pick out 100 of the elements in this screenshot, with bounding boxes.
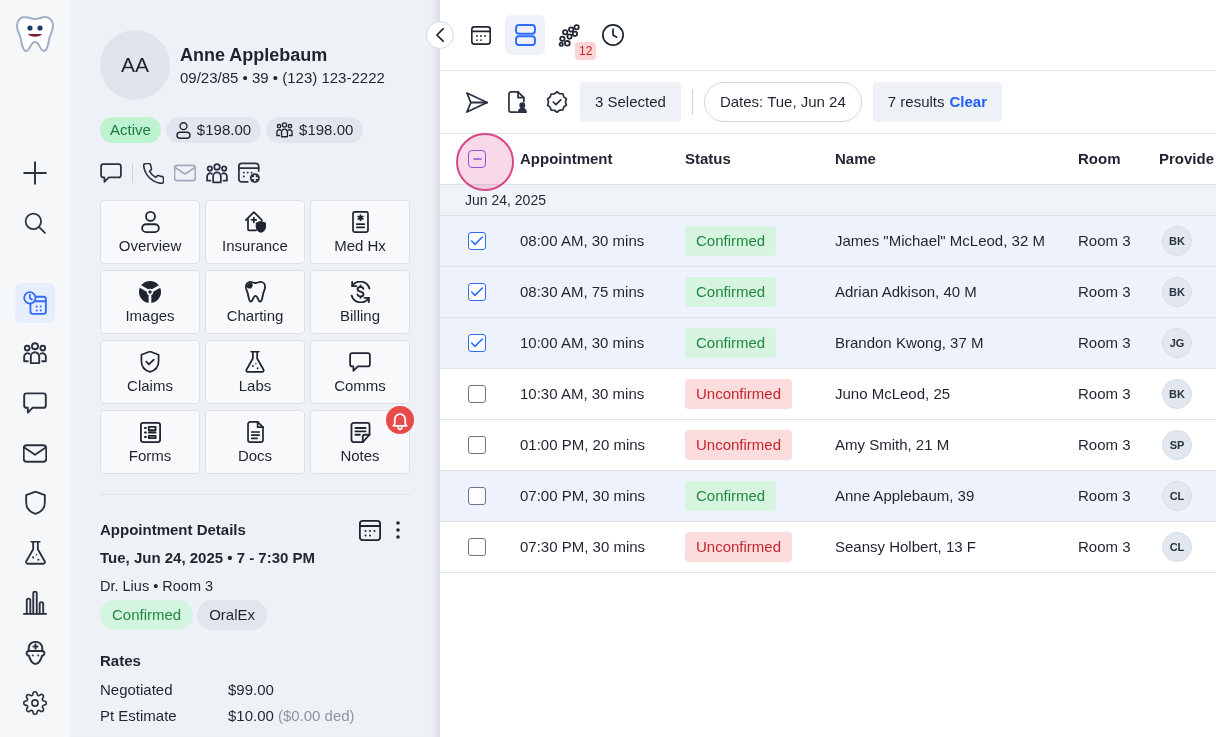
settings-icon bbox=[23, 691, 47, 715]
chevron-left-icon bbox=[436, 28, 444, 42]
room-label: Room 3 bbox=[1078, 332, 1132, 353]
status-badge: Confirmed bbox=[685, 277, 777, 307]
room-label: Room 3 bbox=[1078, 383, 1132, 404]
house-shield-icon bbox=[244, 211, 266, 233]
calendar-button[interactable] bbox=[359, 519, 381, 541]
document-person-icon bbox=[507, 91, 527, 113]
column-header: Appointment bbox=[520, 148, 614, 169]
section-title: Rates bbox=[100, 651, 142, 671]
appointment-row[interactable]: 08:00 AM, 30 mins Confirmed James "Michael" McLeod, 32 M Room 3 BK bbox=[440, 216, 1216, 267]
appointment-location: Dr. Lius • Room 3 bbox=[100, 577, 215, 596]
status-badge: Active bbox=[100, 117, 161, 143]
status-badge: Confirmed bbox=[100, 600, 194, 630]
room-label: Room 3 bbox=[1078, 230, 1132, 251]
patient-name: Seansy Holbert, 13 F bbox=[835, 536, 977, 557]
section-tile[interactable]: Forms bbox=[100, 410, 200, 474]
room-label: Room 3 bbox=[1078, 434, 1132, 455]
provider-avatar: JG bbox=[1162, 328, 1192, 358]
checkmark-icon bbox=[471, 287, 483, 297]
row-checkbox[interactable] bbox=[468, 283, 486, 301]
send-icon bbox=[466, 91, 488, 113]
more-icon bbox=[396, 521, 400, 539]
message-button[interactable] bbox=[100, 163, 122, 183]
schedule-button[interactable] bbox=[238, 162, 260, 184]
results-count: 7 results bbox=[887, 91, 945, 112]
badge-check-icon bbox=[546, 91, 568, 113]
balance-amount: $198.00 bbox=[196, 119, 252, 140]
rows-icon bbox=[514, 24, 536, 46]
date-filter-button[interactable]: Dates: Tue, Jun 24 bbox=[703, 82, 862, 122]
rate-value: $10.00 bbox=[228, 706, 274, 726]
people-icon bbox=[276, 122, 294, 138]
row-checkbox[interactable] bbox=[468, 538, 486, 556]
chat-icon bbox=[23, 392, 47, 414]
people-icon bbox=[23, 341, 47, 365]
patient-name: Juno McLeod, 25 bbox=[835, 383, 952, 404]
checkmark-icon bbox=[471, 236, 483, 246]
room-label: Room 3 bbox=[1078, 536, 1132, 557]
room-label: Room 3 bbox=[1078, 281, 1132, 302]
family-button[interactable] bbox=[206, 162, 228, 184]
status-badge: Confirmed bbox=[685, 226, 777, 256]
doctor-icon bbox=[24, 641, 46, 665]
form-icon bbox=[139, 421, 161, 443]
appointment-time: 10:00 AM, 30 mins bbox=[520, 332, 646, 353]
section-tile[interactable]: Images bbox=[100, 270, 200, 334]
deductible-note: ($0.00 ded) bbox=[277, 706, 355, 726]
balance-amount: $198.00 bbox=[299, 119, 354, 140]
mail-icon bbox=[174, 164, 196, 182]
count-badge: 12 bbox=[575, 42, 597, 60]
row-checkbox[interactable] bbox=[468, 334, 486, 352]
calendar-add-icon bbox=[238, 162, 260, 184]
row-checkbox[interactable] bbox=[468, 232, 486, 250]
provider-avatar: CL bbox=[1162, 481, 1192, 511]
appointment-row[interactable]: 08:30 AM, 75 mins Confirmed Adrian Adkison, 40 M Room 3 BK bbox=[440, 267, 1216, 318]
appointment-row[interactable]: 07:00 PM, 30 mins Confirmed Anne Applebaum, 39 Room 3 CL bbox=[440, 471, 1216, 522]
clear-link[interactable]: Clear bbox=[949, 90, 988, 114]
appointment-time: 07:00 PM, 30 mins bbox=[520, 485, 647, 506]
status-badge: Confirmed bbox=[685, 481, 777, 511]
row-checkbox[interactable] bbox=[468, 385, 486, 403]
row-checkbox[interactable] bbox=[468, 487, 486, 505]
section-tile[interactable]: Docs bbox=[205, 410, 305, 474]
more-button[interactable] bbox=[396, 521, 400, 539]
patient-details: 09/23/85 • 39 • (123) 123-2222 bbox=[180, 68, 385, 88]
person-icon bbox=[140, 211, 160, 233]
appointment-time: 08:00 AM, 30 mins bbox=[520, 230, 646, 251]
note-icon bbox=[349, 421, 371, 443]
appointment-time: Tue, Jun 24, 2025 • 7 - 7:30 PM bbox=[100, 548, 317, 568]
status-badge: Unconfirmed bbox=[685, 379, 793, 409]
provider-avatar: CL bbox=[1162, 532, 1192, 562]
status-badge: Unconfirmed bbox=[685, 430, 793, 460]
section-title: Appointment Details bbox=[100, 520, 246, 540]
patient-name: Anne Applebaum bbox=[180, 44, 329, 67]
plus-icon bbox=[23, 161, 47, 185]
section-tile[interactable]: Claims bbox=[100, 340, 200, 404]
section-tile[interactable]: Overview bbox=[100, 200, 200, 264]
status-badge: Unconfirmed bbox=[685, 532, 793, 562]
column-header: Room bbox=[1078, 148, 1122, 169]
section-tile[interactable]: Insurance bbox=[205, 200, 305, 264]
select-all-checkbox[interactable] bbox=[468, 150, 486, 168]
selected-count-button[interactable]: 3 Selected bbox=[580, 82, 681, 122]
calendar-clock-icon bbox=[23, 291, 47, 315]
document-icon bbox=[351, 211, 369, 233]
tooth-icon bbox=[244, 281, 266, 303]
appointment-row[interactable]: 10:00 AM, 30 mins Confirmed Brandon Kwong, 37 M Room 3 JG bbox=[440, 318, 1216, 369]
section-tile[interactable]: Billing bbox=[310, 270, 410, 334]
call-button[interactable] bbox=[143, 162, 164, 184]
section-tile[interactable]: Charting bbox=[205, 270, 305, 334]
section-tile[interactable]: Comms bbox=[310, 340, 410, 404]
column-header: Status bbox=[685, 148, 732, 169]
section-tile[interactable]: Med Hx bbox=[310, 200, 410, 264]
shield-icon bbox=[24, 491, 46, 515]
rate-label: Negotiated bbox=[100, 680, 174, 700]
patient-name: Adrian Adkison, 40 M bbox=[835, 281, 978, 302]
chat-icon bbox=[349, 352, 371, 372]
type-tag: OralEx bbox=[197, 600, 268, 630]
patient-avatar: AA bbox=[100, 30, 170, 100]
calendar-icon bbox=[359, 519, 381, 541]
room-label: Room 3 bbox=[1078, 485, 1132, 506]
section-tile[interactable]: Labs bbox=[205, 340, 305, 404]
row-checkbox[interactable] bbox=[468, 436, 486, 454]
